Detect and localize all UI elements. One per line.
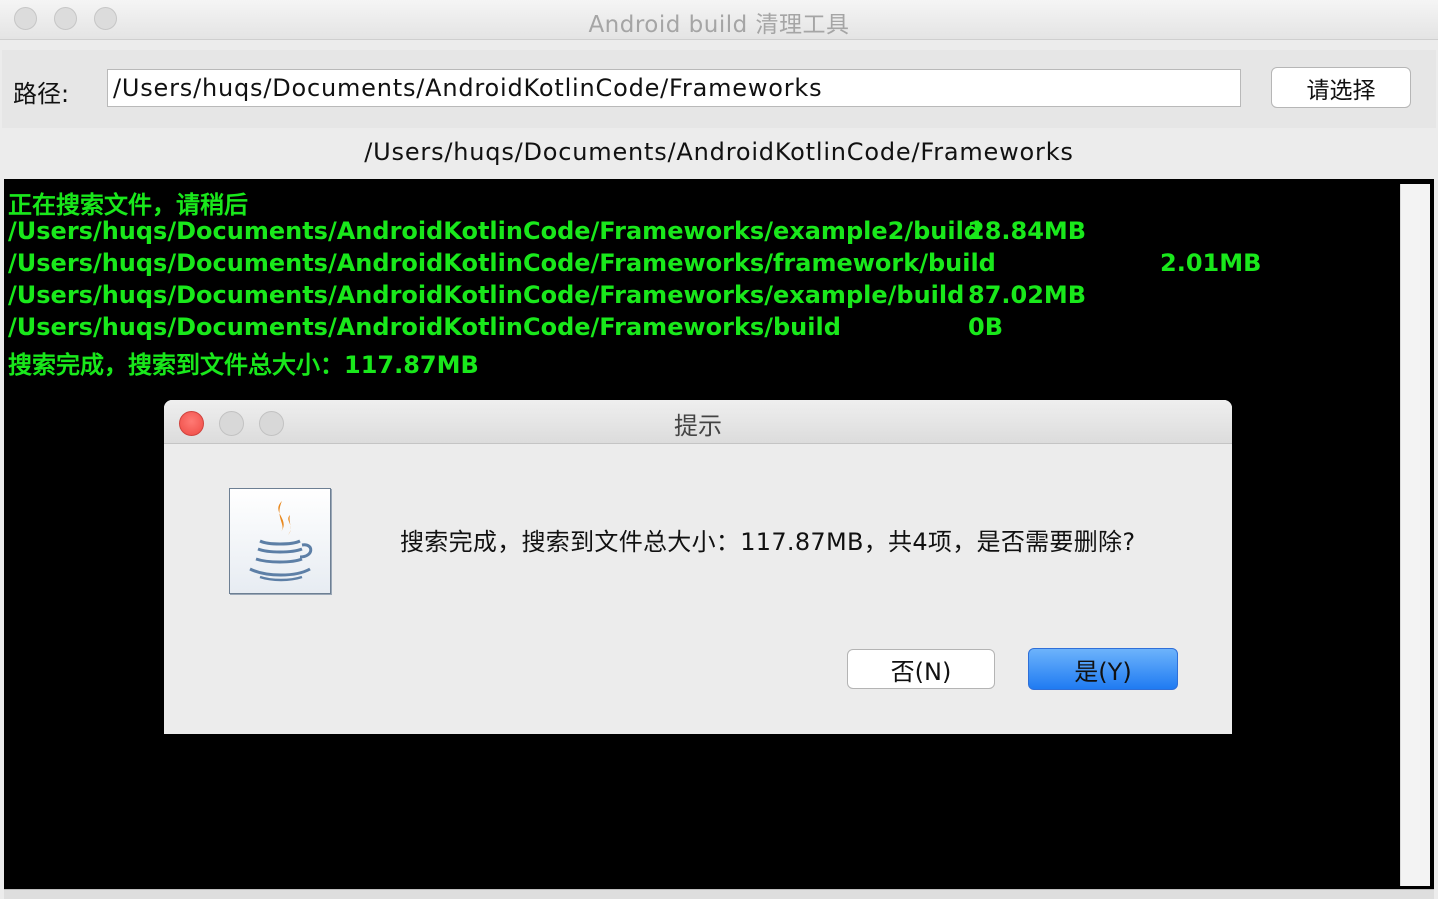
choose-path-button[interactable]: 请选择 (1271, 67, 1411, 108)
path-row: 路径: 请选择 (2, 50, 1436, 128)
console-status-done: 搜索完成，搜索到文件总大小：117.87MB (8, 351, 479, 379)
selected-path-label: /Users/huqs/Documents/AndroidKotlinCode/… (364, 138, 1074, 166)
window-titlebar: Android build 清理工具 (0, 0, 1438, 40)
console-result-path: /Users/huqs/Documents/AndroidKotlinCode/… (8, 217, 981, 245)
console-result-path: /Users/huqs/Documents/AndroidKotlinCode/… (8, 313, 841, 341)
yes-button[interactable]: 是(Y) (1028, 648, 1178, 690)
console-result-size: 87.02MB (968, 281, 1087, 309)
path-label: 路径: (13, 80, 70, 108)
path-input[interactable] (107, 69, 1241, 107)
console-result-size: 0B (968, 313, 1003, 341)
console-result-path: /Users/huqs/Documents/AndroidKotlinCode/… (8, 281, 965, 309)
confirm-dialog: 提示 搜索完成，搜索到文件总大小：117.87MB，共4项，是否需要删除? 否(… (164, 400, 1232, 734)
console-result-size: 2.01MB (1160, 249, 1262, 277)
dialog-titlebar: 提示 (164, 400, 1232, 444)
console-result-path: /Users/huqs/Documents/AndroidKotlinCode/… (8, 249, 996, 277)
no-button[interactable]: 否(N) (847, 649, 995, 689)
console-result-size: 28.84MB (968, 217, 1087, 245)
java-icon (229, 488, 331, 594)
console-status-searching: 正在搜索文件，请稍后 (8, 191, 248, 219)
dialog-message: 搜索完成，搜索到文件总大小：117.87MB，共4项，是否需要删除? (400, 528, 1136, 556)
console-scrollbar[interactable] (1400, 184, 1430, 886)
dialog-title: 提示 (674, 412, 722, 440)
window-title: Android build 清理工具 (588, 12, 850, 38)
